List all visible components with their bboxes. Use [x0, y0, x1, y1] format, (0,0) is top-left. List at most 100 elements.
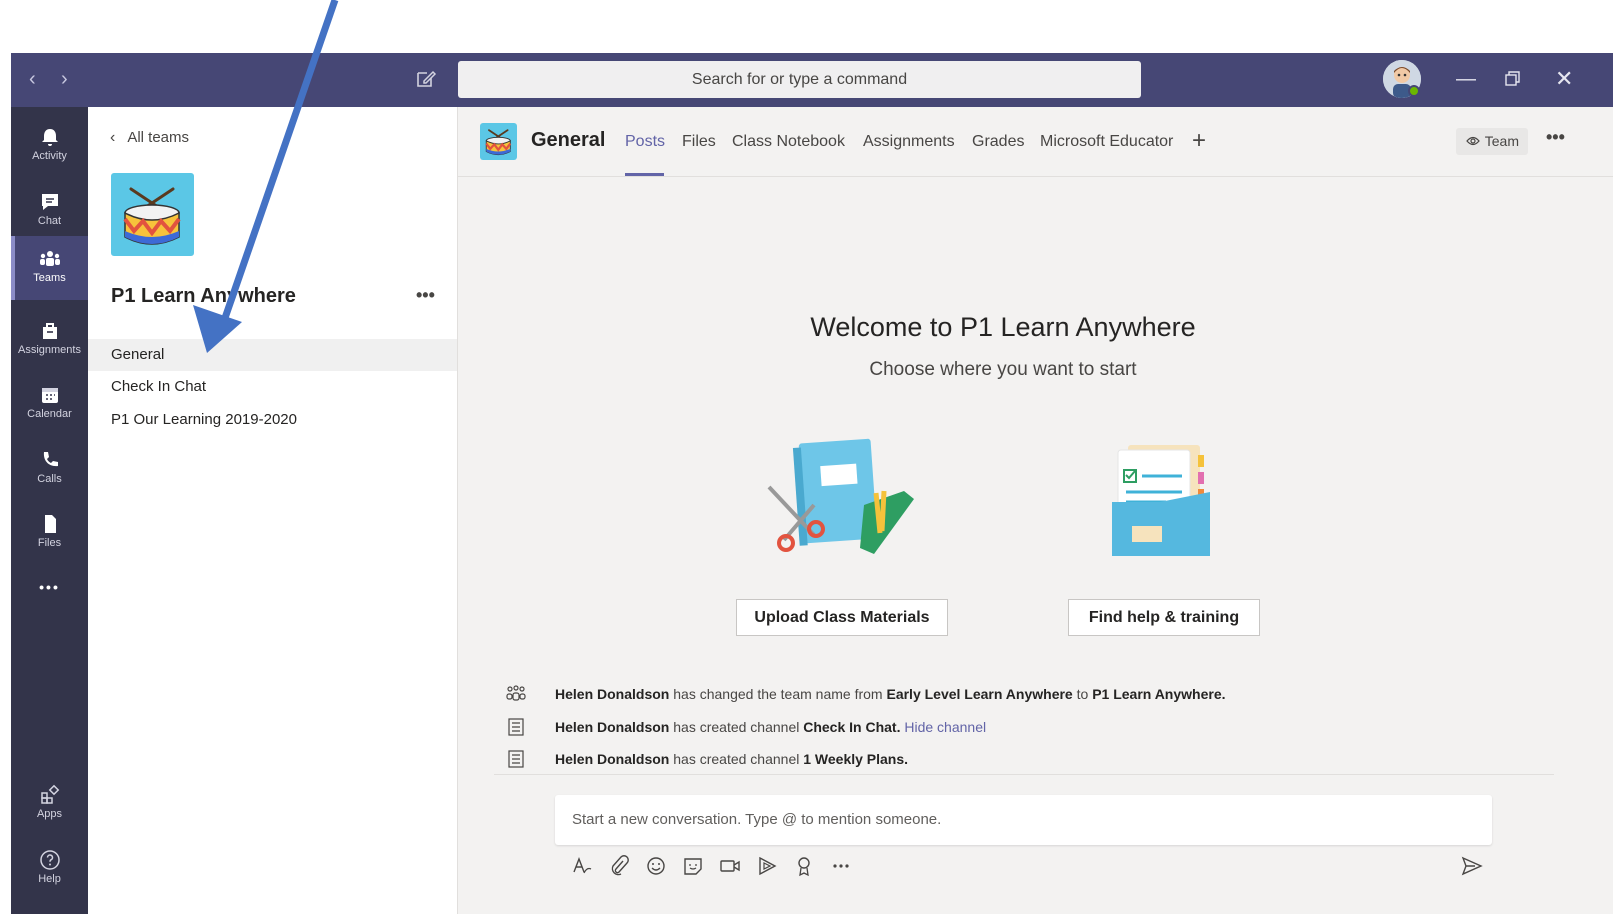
more-icon[interactable] [830, 855, 852, 877]
tab-grades[interactable]: Grades [972, 133, 1024, 151]
rail-item-teams[interactable]: Teams [11, 236, 88, 300]
rail-more-button[interactable]: ••• [11, 575, 88, 609]
stream-icon[interactable] [756, 855, 778, 877]
format-icon[interactable] [571, 855, 593, 877]
channel-icon [508, 750, 524, 768]
rail-item-help[interactable]: Help [11, 837, 88, 901]
activity-old-name: Early Level Learn Anywhere [886, 686, 1073, 702]
chevron-left-icon: ‹ [110, 129, 116, 146]
tab-files[interactable]: Files [682, 133, 716, 151]
new-conversation-input[interactable]: Start a new conversation. Type @ to ment… [555, 795, 1492, 845]
meet-now-icon[interactable] [719, 855, 741, 877]
team-avatar[interactable] [111, 173, 194, 256]
rail-label: Apps [36, 808, 63, 820]
phone-icon [43, 452, 58, 467]
team-panel: ‹ All teams P1 Learn Anywhere ••• General… [88, 107, 458, 914]
rail-label: Assignments [18, 344, 81, 356]
rail-label: Chat [37, 215, 62, 227]
minimize-icon[interactable]: — [1456, 66, 1476, 92]
activity-user: Helen Donaldson [555, 686, 670, 702]
hide-channel-link[interactable]: Hide channel [904, 719, 986, 735]
drum-icon [485, 129, 512, 156]
tab-class-notebook[interactable]: Class Notebook [732, 133, 845, 151]
team-name: P1 Learn Anywhere [111, 285, 296, 307]
add-tab-button[interactable]: + [1192, 127, 1206, 155]
bell-icon [41, 129, 58, 146]
team-more-button[interactable]: ••• [416, 285, 435, 306]
team-avatar-small [480, 123, 517, 160]
all-teams-link[interactable]: ‹ All teams [110, 129, 189, 147]
channel-item-check-in-chat[interactable]: Check In Chat [88, 371, 457, 403]
find-help-training-button[interactable]: Find help & training [1068, 599, 1260, 636]
activity-user: Helen Donaldson [555, 751, 670, 767]
rail-item-assignments[interactable]: Assignments [11, 308, 88, 372]
sticker-icon[interactable] [682, 855, 704, 877]
title-bar: ‹ › Search for or type a command — ✕ [11, 53, 1613, 107]
rail-item-apps[interactable]: Apps [11, 772, 88, 836]
rail-item-calendar[interactable]: Calendar [11, 372, 88, 436]
team-members-icon [506, 685, 526, 701]
rail-label: Calls [37, 473, 62, 485]
class-materials-illustration [767, 438, 914, 554]
channel-title: General [531, 129, 606, 151]
rail-label: Teams [33, 272, 66, 284]
presence-available-icon [1408, 85, 1420, 97]
activity-message: to [1076, 686, 1089, 702]
channel-main: General Posts Files Class Notebook Assig… [458, 107, 1613, 914]
upload-class-materials-button[interactable]: Upload Class Materials [736, 599, 948, 636]
calendar-icon [41, 388, 58, 403]
rail-item-chat[interactable]: Chat [11, 179, 88, 243]
teams-icon [39, 251, 60, 266]
chevron-right-icon[interactable]: › [61, 67, 68, 91]
activity-message: has created channel [673, 719, 800, 735]
rail-item-files[interactable]: Files [11, 501, 88, 565]
tab-posts[interactable]: Posts [625, 133, 665, 151]
chat-icon [41, 194, 58, 210]
activity-new-name: P1 Learn Anywhere. [1092, 686, 1226, 702]
rail-label: Calendar [27, 408, 72, 420]
activity-message: has created channel [673, 751, 800, 767]
drum-icon [123, 187, 181, 245]
attach-icon[interactable] [608, 855, 630, 877]
activity-message: has changed the team name from [673, 686, 883, 702]
apps-icon [40, 784, 59, 804]
help-icon [39, 850, 60, 870]
rail-label: Files [37, 537, 62, 549]
composer-placeholder: Start a new conversation. Type @ to ment… [572, 811, 942, 828]
active-tab-indicator [625, 173, 664, 176]
help-training-illustration [1112, 445, 1210, 556]
channel-icon [508, 718, 524, 736]
screen: ‹ › Search for or type a command — ✕ Act… [0, 0, 1613, 914]
rail-label: Activity [32, 150, 67, 162]
activity-text: Helen Donaldson has changed the team nam… [555, 686, 1226, 702]
all-teams-label: All teams [127, 129, 190, 146]
eye-icon [1466, 136, 1480, 146]
rail-label: Help [38, 873, 61, 885]
header-more-button[interactable]: ••• [1546, 127, 1565, 148]
rail-item-calls[interactable]: Calls [11, 437, 88, 501]
tab-microsoft-educator[interactable]: Microsoft Educator [1040, 133, 1173, 151]
compose-icon[interactable] [414, 67, 438, 91]
welcome-title: Welcome to P1 Learn Anywhere [810, 312, 1196, 342]
app-rail: Activity Chat Teams Assignments Calendar… [11, 107, 88, 914]
file-icon [44, 515, 56, 533]
emoji-icon[interactable] [645, 855, 667, 877]
chevron-left-icon[interactable]: ‹ [29, 67, 36, 91]
rail-item-activity[interactable]: Activity [11, 114, 88, 178]
search-input[interactable]: Search for or type a command [458, 61, 1141, 98]
channel-header: General Posts Files Class Notebook Assig… [458, 107, 1613, 177]
restore-icon[interactable] [1504, 70, 1522, 88]
activity-user: Helen Donaldson [555, 719, 670, 735]
team-button-label: Team [1484, 133, 1519, 149]
send-icon[interactable] [1461, 855, 1483, 877]
praise-icon[interactable] [793, 855, 815, 877]
divider [494, 774, 1554, 775]
tab-assignments[interactable]: Assignments [863, 133, 955, 151]
close-icon[interactable]: ✕ [1555, 66, 1573, 92]
activity-channel: 1 Weekly Plans. [803, 751, 909, 767]
channel-item-p1-our-learning[interactable]: P1 Our Learning 2019-2020 [88, 404, 457, 436]
activity-text: Helen Donaldson has created channel Chec… [555, 719, 986, 735]
assignments-icon [42, 323, 57, 339]
channel-item-general[interactable]: General [88, 339, 457, 371]
team-button[interactable]: Team [1456, 128, 1528, 155]
